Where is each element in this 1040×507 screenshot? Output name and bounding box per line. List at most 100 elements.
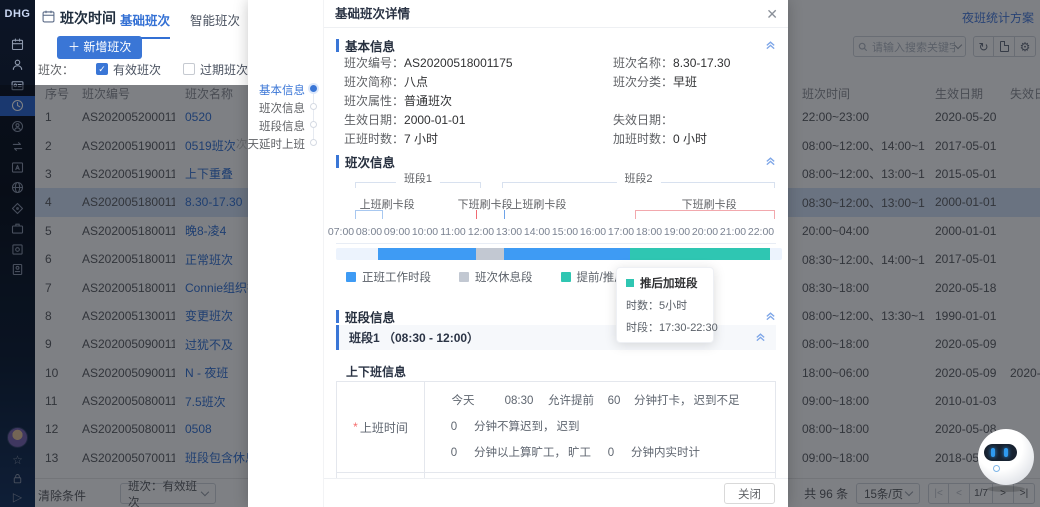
- section-accent-bar: [336, 39, 339, 52]
- filter-label: 班次：: [38, 61, 74, 78]
- legend-label: 正班工作时段: [362, 269, 431, 285]
- field: 班次简称：八点: [344, 73, 428, 90]
- field: 生效日期：2000-01-01: [344, 111, 465, 128]
- field-value: 普通班次: [404, 94, 452, 108]
- punch-window-bracket: [635, 210, 775, 219]
- punch-window-tick: [476, 210, 477, 219]
- anchor-item-3[interactable]: 班段信息: [259, 118, 305, 134]
- rule-value: 0: [592, 440, 630, 466]
- anchor-item-4[interactable]: 次天延时上班: [236, 136, 305, 152]
- robot-emblem: [993, 465, 1000, 472]
- legend-item: 班次休息段: [459, 269, 533, 285]
- robot-visor: [984, 444, 1017, 461]
- anchor-item-2[interactable]: 班次信息: [259, 100, 305, 116]
- rule-text: 迟到: [557, 421, 580, 433]
- rule-text: 分钟内实时计: [631, 447, 700, 459]
- basic-field-row: 生效日期：2000-01-01 失效日期：: [336, 111, 776, 130]
- collapse-up-icon[interactable]: [765, 39, 776, 53]
- field-label: 加班时数：: [613, 132, 673, 146]
- rule-value: 60: [595, 388, 633, 414]
- section-accent-bar: [336, 310, 339, 323]
- close-button[interactable]: 关闭: [724, 483, 775, 504]
- schedule-icon: [10, 37, 25, 52]
- field-label: 班次名称：: [613, 56, 673, 70]
- rule-text: 旷工: [568, 447, 591, 459]
- punch-window-tick: [504, 210, 505, 219]
- user-icon: [10, 57, 25, 72]
- valid-shift-checkbox[interactable]: ✓有效班次: [96, 61, 161, 78]
- robot-eye: [1004, 448, 1008, 457]
- legend-swatch: [346, 272, 356, 282]
- field: 班次属性：普通班次: [344, 92, 452, 109]
- field-label: 班次属性：: [344, 94, 404, 108]
- checkbox-empty-icon: [183, 63, 195, 75]
- field: 加班时数：0 小时: [613, 130, 707, 147]
- filter-row: 班次： ✓有效班次 过期班次: [35, 60, 248, 78]
- punch-info-title: 上下班信息: [346, 363, 406, 380]
- section-basic-info: 基本信息: [336, 36, 776, 55]
- segment-group-label: 班段1: [396, 170, 440, 186]
- timeline-track: [336, 248, 782, 260]
- punch-rule-content: 今天08:30允许提前60分钟打卡，迟到不足0分钟不算迟到，迟到0分钟以上算旷工…: [425, 382, 775, 472]
- field-value: 2000-01-01: [404, 113, 465, 127]
- anchor-dot: [310, 121, 317, 128]
- field: 班次名称：8.30-17.30: [613, 54, 730, 71]
- add-shift-button[interactable]: ＋ 新增班次: [57, 36, 142, 59]
- expired-shift-checkbox[interactable]: 过期班次: [183, 61, 248, 78]
- field-label: 失效日期：: [613, 113, 673, 127]
- collapse-up-icon[interactable]: [765, 310, 776, 324]
- rule-text: 分钟打卡，: [634, 395, 692, 407]
- field-value: 早班: [673, 75, 697, 89]
- field-label: 生效日期：: [344, 113, 404, 127]
- punch-rule-row: *上班时间今天08:30允许提前60分钟打卡，迟到不足0分钟不算迟到，迟到0分钟…: [337, 382, 775, 473]
- punch-window-bracket: [355, 210, 383, 219]
- anchor-item-1[interactable]: 基本信息: [259, 82, 305, 98]
- required-asterisk: *: [353, 420, 358, 434]
- field-label: 班次分类：: [613, 75, 673, 89]
- tab-1[interactable]: 基础班次: [120, 10, 170, 39]
- basic-field-row: 班次编号：AS20200518001175 班次名称：8.30-17.30: [336, 54, 776, 73]
- field-value: AS20200518001175: [404, 56, 513, 70]
- field: 班次分类：早班: [613, 73, 697, 90]
- legend-item: 正班工作时段: [346, 269, 431, 285]
- modal-anchor-nav: 基本信息班次信息班段信息次天延时上班: [248, 0, 323, 507]
- field-label: 班次简称：: [344, 75, 404, 89]
- anchor-dot: [310, 139, 317, 146]
- collapse-up-icon[interactable]: [755, 331, 766, 345]
- field: 班次编号：AS20200518001175: [344, 54, 513, 71]
- tab-2[interactable]: 智能班次: [190, 10, 240, 39]
- rule-value: 08:30: [491, 388, 547, 414]
- assistant-robot[interactable]: [978, 429, 1034, 485]
- modal-main: 基础班次详情 ✕ 基本信息 班次编号：AS20200518001175 班次名称：…: [323, 0, 788, 507]
- app-logo: DHG: [0, 0, 35, 28]
- field-label: 正班时数：: [344, 132, 404, 146]
- timeline-legend: 正班工作时段班次休息段提前/推后加班段: [346, 269, 660, 285]
- rule-text: 迟到不足: [694, 395, 740, 407]
- field-label: 班次编号：: [344, 56, 404, 70]
- punch-rule-label: *上班时间: [337, 382, 425, 472]
- basic-field-row: 班次属性：普通班次: [336, 92, 776, 111]
- close-icon[interactable]: ✕: [766, 0, 778, 28]
- sidebar-item-user-icon[interactable]: [0, 55, 35, 76]
- timeline-segment-rest: [476, 248, 504, 260]
- checkbox-checked-icon: ✓: [96, 63, 108, 75]
- anchor-dot: [310, 85, 317, 92]
- rule-text: 允许提前: [548, 395, 594, 407]
- modal-title-bar: 基础班次详情 ✕: [324, 0, 788, 28]
- sidebar-item-schedule-icon[interactable]: [0, 34, 35, 55]
- legend-label: 班次休息段: [475, 269, 533, 285]
- rule-value: 0: [435, 414, 473, 440]
- basic-field-row: 班次简称：八点 班次分类：早班: [336, 73, 776, 92]
- legend-swatch: [459, 272, 469, 282]
- field: 正班时数：7 小时: [344, 130, 438, 147]
- segment-group-label: 班段2: [616, 170, 660, 186]
- timeline-segment-overtime: [630, 248, 770, 260]
- timeline-segment-work: [378, 248, 476, 260]
- field-value: 8.30-17.30: [673, 56, 730, 70]
- robot-shadow: [987, 486, 1025, 492]
- rule-value: 今天: [435, 388, 491, 414]
- modal-title: 基础班次详情: [324, 0, 788, 28]
- anchor-connector-line: [313, 90, 314, 144]
- rule-text: 分钟不算迟到，: [474, 421, 555, 433]
- timeline-segment-work: [504, 248, 630, 260]
